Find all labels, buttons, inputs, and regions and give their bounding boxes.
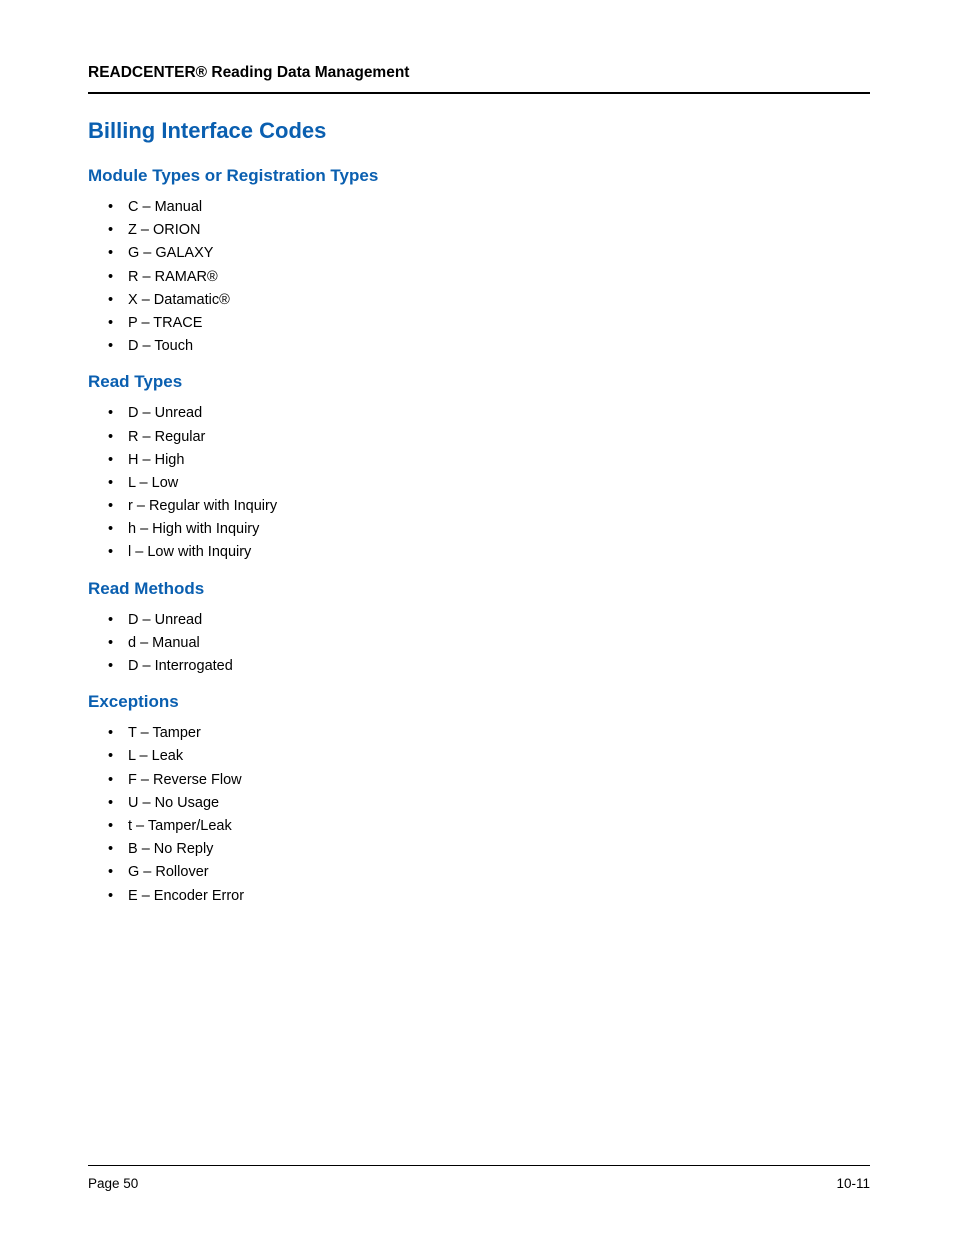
list-item: P – TRACE (108, 312, 870, 335)
list-item: D – Unread (108, 402, 870, 425)
list-item: Z – ORION (108, 219, 870, 242)
list-item: D – Interrogated (108, 655, 870, 678)
list-item: T – Tamper (108, 722, 870, 745)
list-item: d – Manual (108, 632, 870, 655)
page-header: READCENTER® Reading Data Management (88, 64, 870, 94)
read-methods-list: D – Unread d – Manual D – Interrogated (88, 609, 870, 679)
list-item: G – GALAXY (108, 242, 870, 265)
list-item: l – Low with Inquiry (108, 541, 870, 564)
list-item: H – High (108, 449, 870, 472)
section-heading: Read Methods (88, 579, 870, 599)
list-item: r – Regular with Inquiry (108, 495, 870, 518)
list-item: U – No Usage (108, 792, 870, 815)
read-types-list: D – Unread R – Regular H – High L – Low … (88, 402, 870, 564)
list-item: D – Touch (108, 335, 870, 358)
section-heading: Read Types (88, 372, 870, 392)
list-item: E – Encoder Error (108, 885, 870, 908)
page-content: READCENTER® Reading Data Management Bill… (0, 0, 954, 908)
list-item: D – Unread (108, 609, 870, 632)
list-item: R – RAMAR® (108, 266, 870, 289)
list-item: h – High with Inquiry (108, 518, 870, 541)
module-types-list: C – Manual Z – ORION G – GALAXY R – RAMA… (88, 196, 870, 358)
list-item: B – No Reply (108, 838, 870, 861)
section-heading: Exceptions (88, 692, 870, 712)
page-number-left: Page 50 (88, 1176, 138, 1191)
page-number-right: 10-11 (836, 1176, 870, 1191)
list-item: L – Low (108, 472, 870, 495)
list-item: t – Tamper/Leak (108, 815, 870, 838)
list-item: R – Regular (108, 426, 870, 449)
page-footer: Page 50 10-11 (88, 1165, 870, 1191)
list-item: F – Reverse Flow (108, 769, 870, 792)
list-item: C – Manual (108, 196, 870, 219)
list-item: G – Rollover (108, 861, 870, 884)
page-title: Billing Interface Codes (88, 118, 870, 144)
list-item: X – Datamatic® (108, 289, 870, 312)
exceptions-list: T – Tamper L – Leak F – Reverse Flow U –… (88, 722, 870, 908)
section-heading: Module Types or Registration Types (88, 166, 870, 186)
list-item: L – Leak (108, 745, 870, 768)
